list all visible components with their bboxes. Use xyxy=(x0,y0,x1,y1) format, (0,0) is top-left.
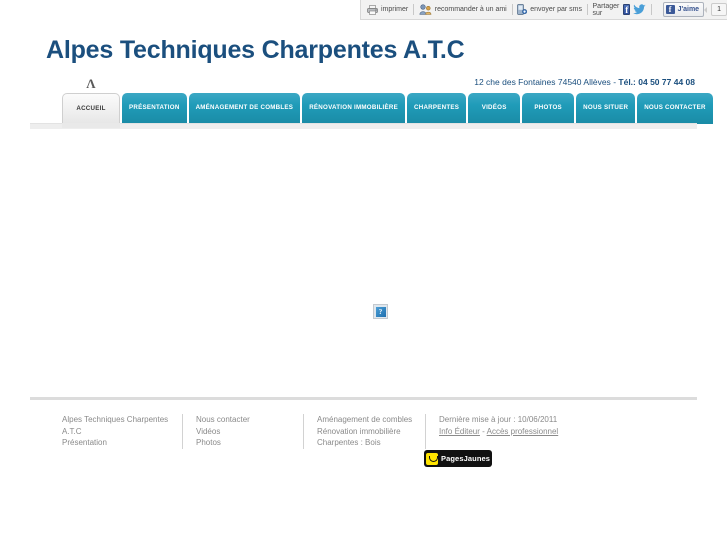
pagesjaunes-logo[interactable]: PagesJaunes xyxy=(424,450,492,467)
print-button[interactable]: imprimer xyxy=(367,4,409,15)
footer-column-company: Alpes Techniques Charpentes A.T.C Présen… xyxy=(62,414,182,449)
footer-column-contact: Nous contacter Vidéos Photos xyxy=(182,414,303,449)
address-text: 12 che des Fontaines 74540 Allèves xyxy=(474,77,611,87)
tab-videos[interactable]: VIDÉOS xyxy=(468,93,521,124)
share-on-label: Partager sur xyxy=(592,2,620,17)
share-divider-2 xyxy=(511,4,513,15)
footer-divider xyxy=(30,397,697,400)
tab-label: AMÉNAGEMENT DE COMBLES xyxy=(195,104,294,112)
footer-link[interactable]: A.T.C xyxy=(62,426,182,438)
printer-icon xyxy=(367,4,378,15)
share-toolbar: imprimer recommander à un ami envoyer pa… xyxy=(360,0,727,20)
tab-presentation[interactable]: PRÉSENTATION xyxy=(122,93,187,124)
tab-renovation-immobiliere[interactable]: RÉNOVATION IMMOBILIÈRE xyxy=(302,93,406,124)
tab-label: RÉNOVATION IMMOBILIÈRE xyxy=(309,104,399,112)
footer-link[interactable]: Charpentes : Bois xyxy=(317,437,425,449)
tab-label: PHOTOS xyxy=(534,104,562,112)
like-label: J'aime xyxy=(677,6,700,13)
contact-info: 12 che des Fontaines 74540 Allèves - Tél… xyxy=(474,77,695,87)
footer-link[interactable]: Photos xyxy=(196,437,303,449)
like-count-arrow xyxy=(704,6,708,13)
mobile-phone-icon xyxy=(517,4,528,15)
footer-link[interactable]: Vidéos xyxy=(196,426,303,438)
print-label: imprimer xyxy=(381,6,409,13)
page-title: Alpes Techniques Charpentes A.T.C xyxy=(46,36,465,64)
info-editeur-link[interactable]: Info Éditeur xyxy=(439,427,480,436)
tab-label: CHARPENTES xyxy=(414,104,460,112)
tab-nous-situer[interactable]: NOUS SITUER xyxy=(576,93,636,124)
footer-link[interactable]: Aménagement de combles xyxy=(317,414,425,426)
main-content-area xyxy=(30,130,697,392)
pagesjaunes-smiley-icon xyxy=(426,452,438,465)
broken-image-glyph: ? xyxy=(375,306,386,317)
footer-link[interactable]: Nous contacter xyxy=(196,414,303,426)
tab-nous-contacter[interactable]: NOUS CONTACTER xyxy=(637,93,713,124)
tab-label: VIDÉOS xyxy=(481,104,507,112)
facebook-like-button[interactable]: f J'aime xyxy=(662,2,705,17)
footer-column-services: Aménagement de combles Rénovation immobi… xyxy=(303,414,425,449)
share-divider-1 xyxy=(413,4,414,15)
tab-accueil[interactable]: Λ ACCUEIL xyxy=(62,77,120,124)
tab-charpentes[interactable]: CHARPENTES xyxy=(407,93,467,124)
tab-label: PRÉSENTATION xyxy=(129,104,180,112)
recommend-friend-icon xyxy=(419,4,432,15)
phone-number: 04 50 77 44 08 xyxy=(638,77,695,87)
last-update-text: Dernière mise à jour : 10/06/2011 xyxy=(439,415,558,424)
like-count-container: 1 xyxy=(704,3,727,16)
twitter-share-icon[interactable] xyxy=(633,4,646,15)
send-sms-button[interactable]: envoyer par sms xyxy=(517,4,582,15)
footer-column-meta: Dernière mise à jour : 10/06/2011 Info É… xyxy=(425,414,615,449)
acces-professionnel-link[interactable]: Accès professionnel xyxy=(487,427,559,436)
footer-link[interactable]: Alpes Techniques Charpentes xyxy=(62,414,182,426)
facebook-share-icon[interactable]: f xyxy=(623,4,631,15)
tab-amenagement-de-combles[interactable]: AMÉNAGEMENT DE COMBLES xyxy=(188,93,301,124)
site-footer: Alpes Techniques Charpentes A.T.C Présen… xyxy=(62,414,702,449)
admin-link-separator: - xyxy=(482,426,485,436)
footer-admin-links: Info Éditeur - Accès professionnel xyxy=(439,426,615,438)
share-divider-3 xyxy=(587,4,588,15)
recommend-button[interactable]: recommander à un ami xyxy=(419,4,507,15)
tab-label: ACCUEIL xyxy=(76,104,106,112)
broken-image-placeholder-icon: ? xyxy=(373,304,388,319)
tab-label: NOUS SITUER xyxy=(583,104,629,112)
recommend-label: recommander à un ami xyxy=(434,6,507,13)
active-tab-caret-icon: Λ xyxy=(86,76,96,91)
phone-label: Tél.: xyxy=(618,77,636,87)
sms-label: envoyer par sms xyxy=(530,6,582,13)
nav-underline-bar xyxy=(30,123,697,129)
active-tab-base xyxy=(62,123,120,128)
tab-photos[interactable]: PHOTOS xyxy=(522,93,575,124)
footer-link[interactable]: Rénovation immobilière xyxy=(317,426,425,438)
contact-separator: - xyxy=(613,77,617,87)
share-divider-4 xyxy=(651,4,652,15)
like-count: 1 xyxy=(711,3,727,16)
pagesjaunes-label: PagesJaunes xyxy=(441,454,491,463)
facebook-icon: f xyxy=(665,5,675,14)
main-navigation: Λ ACCUEIL PRÉSENTATION AMÉNAGEMENT DE CO… xyxy=(62,77,715,124)
footer-link[interactable]: Présentation xyxy=(62,437,182,449)
tab-label: NOUS CONTACTER xyxy=(644,104,706,112)
